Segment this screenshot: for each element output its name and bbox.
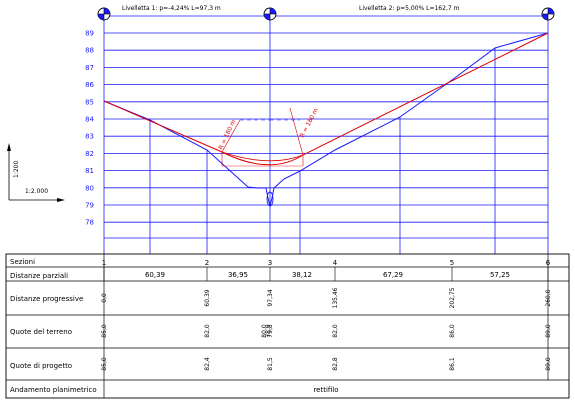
ground-elevation: 82,0 bbox=[204, 324, 211, 338]
y-tick-label: 86 bbox=[85, 81, 94, 89]
partial-distance: 57,25 bbox=[490, 271, 510, 279]
y-tick-label: 83 bbox=[85, 133, 94, 141]
progressive-distance: 0,0 bbox=[101, 293, 108, 303]
partial-distance: 60,39 bbox=[145, 271, 165, 279]
horizontal-scale-label: 1:2.000 bbox=[25, 188, 48, 195]
progressive-distance: 260,0 bbox=[545, 289, 552, 306]
vertical-scale-label: 1:200 bbox=[13, 161, 20, 178]
left-curve-radius-label: R = 180 m bbox=[217, 119, 237, 151]
partial-distance: 36,95 bbox=[228, 271, 248, 279]
data-table: Sezioni Distanze parziali Distanze progres… bbox=[5, 253, 570, 399]
y-tick-label: 85 bbox=[85, 98, 94, 106]
ground-elevation-extra: 78,9 bbox=[265, 324, 272, 338]
row-label-sections: Sezioni bbox=[10, 258, 35, 266]
project-elevation: 86,1 bbox=[449, 357, 456, 371]
section-number: 5 bbox=[450, 259, 454, 267]
y-tick-label: 81 bbox=[85, 167, 94, 175]
ground-elevation: 82,0 bbox=[332, 324, 339, 338]
section-number: 6 bbox=[546, 259, 551, 267]
arrow-right-icon bbox=[57, 198, 65, 202]
project-elevation: 82,8 bbox=[332, 357, 339, 371]
row-label-ground: Quote del terreno bbox=[10, 328, 72, 336]
project-elevation: 85,0 bbox=[101, 357, 108, 371]
y-tick-label: 89 bbox=[85, 30, 94, 38]
grade-2-label: Livelletta 2: p=5,00% L=162,7 m bbox=[359, 5, 460, 12]
y-tick-label: 78 bbox=[85, 219, 94, 227]
section-number: 4 bbox=[333, 259, 338, 267]
y-tick-label: 84 bbox=[85, 116, 94, 124]
partial-distance: 38,12 bbox=[292, 271, 312, 279]
row-label-project: Quote di progetto bbox=[10, 362, 72, 370]
row-label-progressive: Distanze progressive bbox=[10, 295, 83, 303]
arrow-up-icon bbox=[7, 143, 11, 151]
row-label-alignment: Andamento planimetrico bbox=[10, 386, 97, 394]
progressive-distance: 135,46 bbox=[332, 287, 339, 308]
station-marker-icon bbox=[97, 7, 111, 21]
ground-elevation: 86,0 bbox=[449, 324, 456, 338]
grade-1-label: Livelletta 1: p=-4,24% L=97,3 m bbox=[122, 5, 221, 12]
y-tick-label: 82 bbox=[85, 150, 94, 158]
right-curve-radius-label: R = 180 m bbox=[299, 107, 320, 139]
table-frame bbox=[5, 253, 570, 399]
y-tick-label: 79 bbox=[85, 202, 94, 210]
progressive-distance: 60,39 bbox=[204, 289, 211, 306]
section-number: 2 bbox=[205, 259, 209, 267]
profile-lines bbox=[103, 16, 549, 254]
alignment-value: rettifilo bbox=[313, 386, 338, 394]
project-line bbox=[103, 32, 549, 166]
progressive-distance: 202,75 bbox=[449, 287, 456, 308]
station-marker-icon bbox=[263, 7, 277, 21]
project-elevation: 81,5 bbox=[267, 357, 274, 371]
ground-elevation: 89,0 bbox=[545, 324, 552, 338]
profile-grid: 89 88 87 86 85 84 83 82 81 80 79 78 bbox=[85, 15, 549, 254]
project-elevation: 89,0 bbox=[545, 357, 552, 371]
y-tick-label: 88 bbox=[85, 47, 94, 55]
ground-line bbox=[103, 32, 549, 207]
ground-elevation: 85,0 bbox=[101, 324, 108, 338]
section-number: 3 bbox=[268, 259, 272, 267]
project-elevation: 82,4 bbox=[204, 357, 211, 371]
station-marker-icon bbox=[541, 7, 555, 21]
partial-distance: 67,29 bbox=[383, 271, 403, 279]
row-label-partial: Distanze parziali bbox=[10, 272, 68, 280]
y-tick-label: 80 bbox=[85, 184, 94, 192]
y-tick-label: 87 bbox=[85, 64, 94, 72]
scale-indicator: 1:200 1:2.000 bbox=[7, 143, 65, 202]
progressive-distance: 97,34 bbox=[267, 289, 274, 306]
section-number: 1 bbox=[102, 259, 106, 267]
